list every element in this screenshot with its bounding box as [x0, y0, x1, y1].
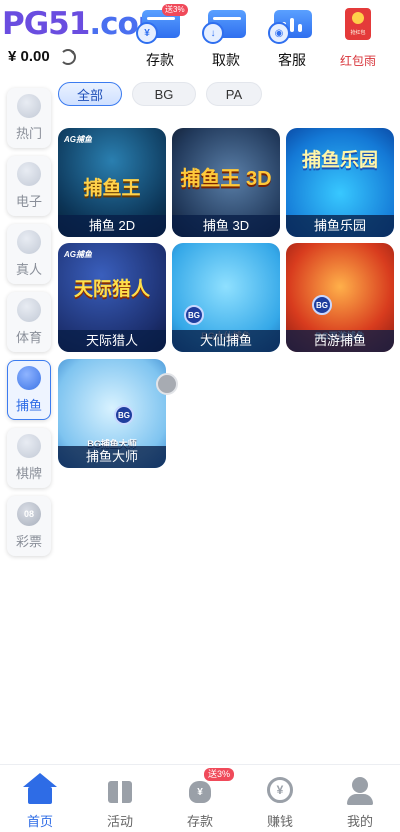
balance-display: ¥ 0.00 [8, 48, 76, 65]
flame-icon [17, 94, 41, 118]
headset-icon: ◉ [268, 22, 290, 44]
customer-service-label: 客服 [278, 52, 306, 68]
balance-amount: ¥ 0.00 [8, 48, 50, 65]
category-lottery[interactable]: 08 彩票 [7, 496, 51, 556]
game-tile-immortal-fishing[interactable]: BG BG大仙捕鱼 大仙捕鱼 [172, 243, 280, 352]
game-art-title: 捕鱼王 3D [180, 168, 272, 190]
soccer-ball-icon [17, 298, 41, 322]
category-electronic[interactable]: 电子 [7, 156, 51, 216]
game-tile-fishing-2d[interactable]: AG捕鱼 捕鱼王 捕鱼 2D [58, 128, 166, 237]
customer-service-button[interactable]: ◉ 客服 [264, 6, 320, 72]
category-label: 彩票 [15, 534, 42, 549]
filter-all[interactable]: 全部 [58, 82, 122, 106]
tab-earn[interactable]: ¥ 赚钱 [240, 765, 320, 832]
bg-logo-icon: BG [114, 405, 134, 425]
deposit-label: 存款 [146, 52, 174, 68]
category-cards[interactable]: 棋牌 [7, 428, 51, 488]
filter-bg[interactable]: BG [132, 82, 196, 106]
game-provider-tag: AG捕鱼 [64, 135, 92, 144]
category-label: 捕鱼 [15, 398, 42, 413]
deposit-bonus-badge: 送3% [162, 4, 188, 16]
floating-assist-button[interactable] [156, 373, 178, 395]
game-name: 捕鱼 3D [172, 215, 280, 237]
category-hot[interactable]: 热门 [7, 88, 51, 148]
tab-label: 我的 [346, 814, 373, 829]
game-tile-journey-west-fishing[interactable]: BG BG西游捕鱼 西游捕鱼 [286, 243, 394, 352]
red-envelope-icon: 抢红包 [345, 8, 371, 40]
refresh-icon[interactable] [59, 48, 76, 65]
game-tile-sky-hunter[interactable]: AG捕鱼 天际猎人 天际猎人 [58, 243, 166, 352]
tab-label: 首页 [26, 814, 53, 829]
category-sports[interactable]: 体育 [7, 292, 51, 352]
deposit-button[interactable]: ¥ 送3% 存款 [132, 4, 188, 72]
yuan-coin-icon: ¥ [267, 777, 293, 803]
tab-home[interactable]: 首页 [0, 765, 80, 832]
tab-profile[interactable]: 我的 [320, 765, 400, 832]
withdraw-label: 取款 [212, 52, 240, 68]
tab-activity[interactable]: 活动 [80, 765, 160, 832]
category-label: 热门 [15, 126, 42, 141]
tab-label: 赚钱 [266, 814, 293, 829]
tab-label: 活动 [106, 814, 133, 829]
game-name: 捕鱼大师 [58, 446, 166, 468]
bg-logo-icon: BG [312, 295, 332, 315]
game-name: 西游捕鱼 [286, 330, 394, 352]
game-name: 捕鱼乐园 [286, 215, 394, 237]
deposit-bonus-badge: 送3% [204, 768, 235, 781]
download-arrow-icon: ↓ [202, 22, 224, 44]
category-label: 体育 [15, 330, 42, 345]
game-art-title: 捕鱼乐园 [301, 150, 378, 171]
gamepad-icon [17, 162, 41, 186]
category-live[interactable]: 真人 [7, 224, 51, 284]
category-label: 真人 [15, 262, 42, 277]
category-sidebar: 热门 电子 真人 体育 捕鱼 棋牌 08 彩票 [7, 88, 51, 564]
game-name: 天际猎人 [58, 330, 166, 352]
game-provider-tag: AG捕鱼 [64, 250, 92, 259]
game-name: 捕鱼 2D [58, 215, 166, 237]
money-bag-icon: ¥ [189, 781, 211, 803]
game-art-title: 捕鱼王 [83, 178, 141, 199]
withdraw-button[interactable]: ↓ 取款 [198, 6, 254, 72]
lottery-ball-icon: 08 [17, 502, 41, 526]
tab-deposit[interactable]: ¥ 送3% 存款 [160, 765, 240, 832]
game-name: 大仙捕鱼 [172, 330, 280, 352]
yuan-coin-icon: ¥ [136, 22, 158, 44]
gift-icon [108, 781, 132, 803]
game-art-title: 天际猎人 [73, 279, 150, 300]
tab-label: 存款 [186, 814, 213, 829]
bottom-tab-bar: 首页 活动 ¥ 送3% 存款 ¥ 赚钱 我的 [0, 764, 400, 832]
bg-logo-icon: BG [184, 305, 204, 325]
category-fishing[interactable]: 捕鱼 [7, 360, 51, 420]
game-tile-fishing-3d[interactable]: 捕鱼王 3D 捕鱼 3D [172, 128, 280, 237]
provider-filter-bar: 全部 BG PA [58, 82, 262, 106]
game-tile-fishing-master[interactable]: BG BG捕鱼大师 捕鱼大师 [58, 359, 166, 468]
fish-icon [17, 366, 41, 390]
header: PG51.com ¥ 0.00 ¥ 送3% 存款 ↓ 取款 ◉ 客服 抢红包 红… [0, 0, 400, 76]
red-envelope-rain-button[interactable]: 抢红包 红包雨 [330, 6, 386, 72]
live-casino-icon [17, 230, 41, 254]
home-icon [23, 773, 57, 804]
user-icon [347, 777, 373, 805]
category-label: 棋牌 [15, 466, 42, 481]
category-label: 电子 [15, 194, 42, 209]
filter-pa[interactable]: PA [206, 82, 262, 106]
cards-icon [17, 434, 41, 458]
game-tile-fishing-paradise[interactable]: 捕鱼乐园 捕鱼乐园 [286, 128, 394, 237]
red-envelope-label: 红包雨 [339, 54, 376, 68]
